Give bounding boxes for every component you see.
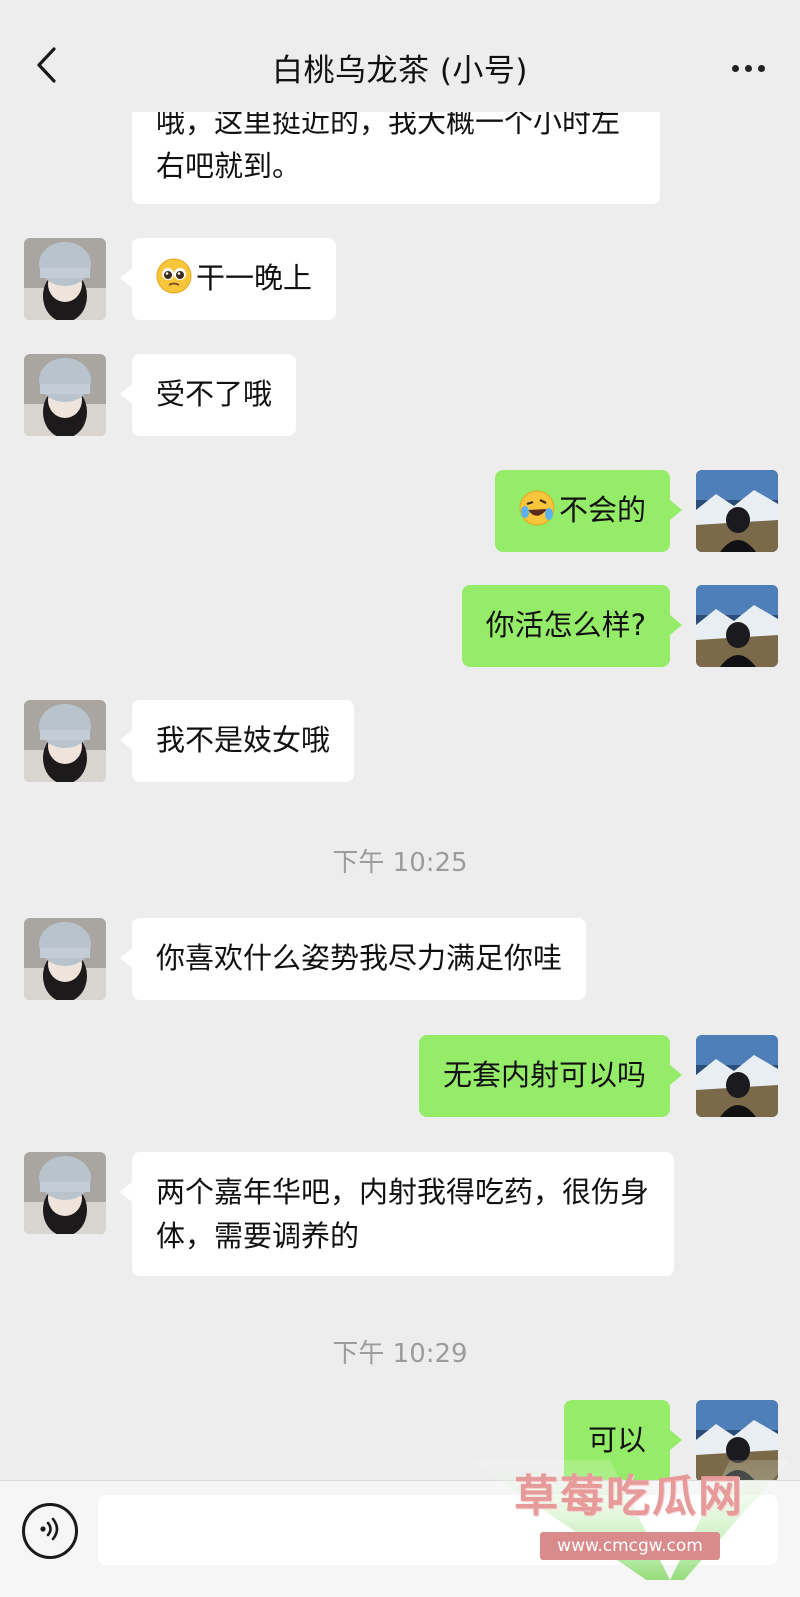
timestamp: 下午 10:25 [332, 848, 468, 878]
message-bubble[interactable]: 你活怎么样? [461, 585, 683, 667]
message-text: 可以 [587, 1423, 646, 1457]
chat-area: 哦，这里挺近的，我大概一个小时左右吧就到。 干一晚上 受不了哦 不会的 你活怎么… [0, 0, 800, 1597]
message-bubble[interactable]: 哦，这里挺近的，我大概一个小时左右吧就到。 [132, 96, 660, 204]
contact-avatar[interactable] [24, 1152, 106, 1234]
rolling-laughing-face-icon [519, 490, 555, 526]
contact-avatar[interactable] [24, 918, 106, 1000]
message-text: 你活怎么样? [485, 608, 646, 642]
message-text: 我不是妓女哦 [156, 723, 331, 757]
more-dots-icon [729, 64, 768, 72]
message-text: 你喜欢什么姿势我尽力满足你哇 [156, 941, 563, 975]
user-avatar[interactable] [696, 470, 778, 552]
contact-avatar[interactable] [24, 700, 106, 782]
message-text: 干一晚上 [196, 261, 313, 295]
message-bubble[interactable]: 无套内射可以吗 [418, 1035, 683, 1117]
input-bar [0, 1480, 800, 1597]
user-avatar[interactable] [696, 1400, 778, 1482]
voice-button[interactable] [22, 1503, 78, 1559]
user-avatar[interactable] [696, 585, 778, 667]
message-input[interactable] [98, 1495, 778, 1565]
contact-avatar[interactable] [24, 354, 106, 436]
page-title: 白桃乌龙茶 (小号) [271, 52, 529, 89]
pleading-face-icon [156, 258, 192, 294]
back-button[interactable] [28, 42, 64, 92]
contact-avatar[interactable] [24, 238, 106, 320]
more-button[interactable] [722, 48, 774, 88]
voice-icon [35, 1514, 65, 1548]
message-text: 无套内射可以吗 [442, 1058, 646, 1092]
message-bubble[interactable]: 你喜欢什么姿势我尽力满足你哇 [119, 918, 587, 1000]
message-text: 哦，这里挺近的，我大概一个小时左右吧就到。 [156, 105, 621, 183]
message-bubble[interactable]: 两个嘉年华吧，内射我得吃药，很伤身体，需要调养的 [120, 1152, 674, 1276]
message-bubble[interactable]: 干一晚上 [119, 238, 337, 320]
message-bubble[interactable]: 可以 [563, 1400, 683, 1482]
message-bubble[interactable]: 受不了哦 [119, 354, 297, 436]
message-text: 两个嘉年华吧，内射我得吃药，很伤身体，需要调养的 [156, 1175, 650, 1253]
chat-header: 白桃乌龙茶 (小号) [0, 0, 800, 112]
timestamp: 下午 10:29 [332, 1339, 468, 1369]
message-bubble[interactable]: 我不是妓女哦 [119, 700, 355, 782]
chevron-left-icon [34, 46, 58, 88]
message-text: 不会的 [558, 493, 646, 527]
message-bubble[interactable]: 不会的 [494, 470, 683, 552]
user-avatar[interactable] [696, 1035, 778, 1117]
message-text: 受不了哦 [156, 377, 273, 411]
